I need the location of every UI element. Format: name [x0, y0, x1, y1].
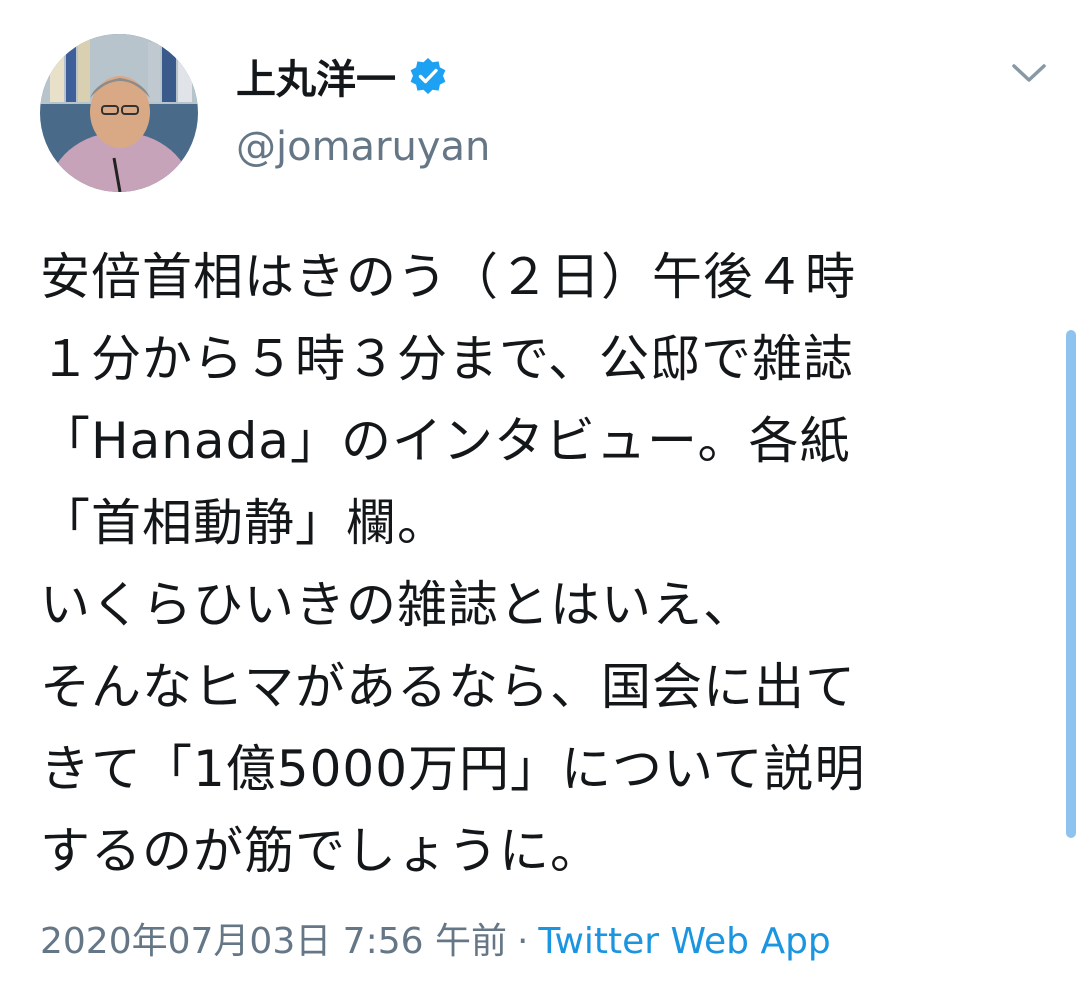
meta-separator: · — [516, 921, 529, 962]
tweet-text: 安倍首相はきのう（２日）午後４時 １分から５時３分まで、公邸で雑誌 「Hanad… — [40, 248, 866, 880]
chevron-down-icon[interactable] — [1004, 54, 1054, 94]
source-link[interactable]: Twitter Web App — [538, 921, 830, 962]
scrollbar[interactable] — [1066, 330, 1076, 838]
author-handle[interactable]: @jomaruyan — [236, 124, 490, 170]
avatar[interactable] — [40, 34, 198, 192]
tweet-meta: 2020年07月03日 7:56 午前 · Twitter Web App — [40, 912, 831, 964]
display-name-text[interactable]: 上丸洋一 — [236, 47, 396, 105]
verified-badge-icon — [410, 58, 446, 94]
author-name[interactable]: 上丸洋一 — [236, 46, 448, 106]
timestamp[interactable]: 2020年07月03日 7:56 午前 — [40, 921, 507, 962]
